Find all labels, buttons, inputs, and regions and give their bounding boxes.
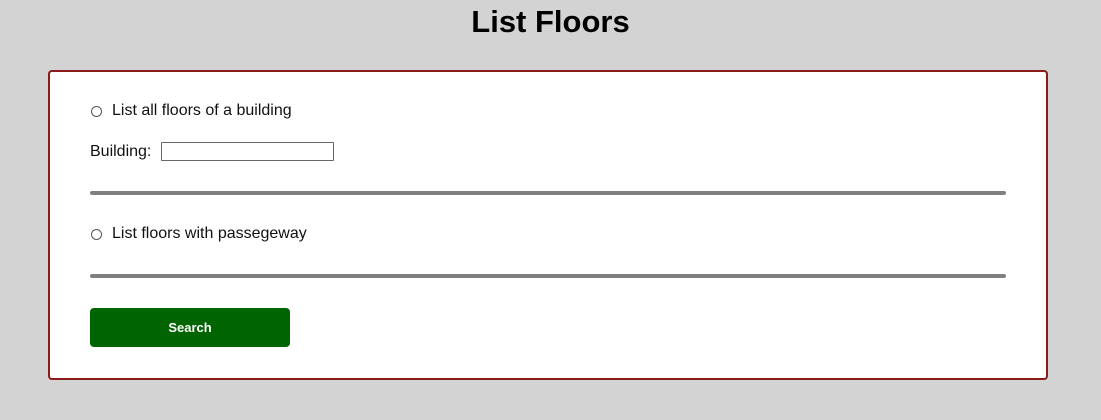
option-all-floors[interactable]: List all floors of a building <box>90 102 292 120</box>
building-field-row: Building: <box>90 142 335 161</box>
option-all-floors-label: List all floors of a building <box>112 102 292 119</box>
radio-all-floors[interactable] <box>91 105 102 117</box>
option-passageway[interactable]: List floors with passegeway <box>90 225 307 243</box>
search-button[interactable]: Search <box>90 308 290 347</box>
building-label: Building: <box>90 142 152 160</box>
list-floors-form: List all floors of a building Building: … <box>48 70 1048 380</box>
divider <box>90 274 1006 278</box>
option-passageway-label: List floors with passegeway <box>112 225 307 242</box>
building-input[interactable] <box>161 142 335 161</box>
radio-passageway[interactable] <box>91 228 102 240</box>
page-title: List Floors <box>471 4 630 39</box>
divider <box>90 191 1006 195</box>
